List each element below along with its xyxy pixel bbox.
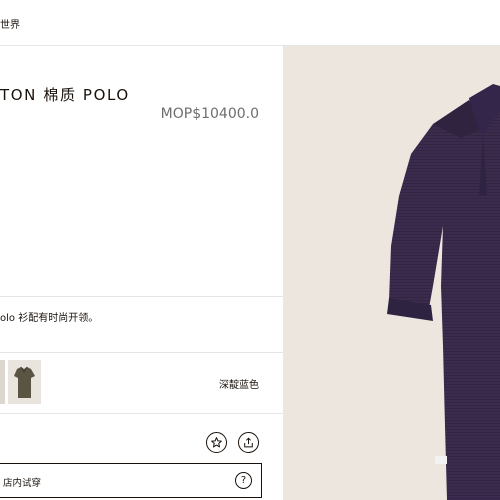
selected-color-name: 深靛蓝色 (219, 380, 259, 391)
wishlist-button[interactable] (206, 432, 227, 453)
star-icon (211, 437, 222, 448)
color-swatch-olive[interactable] (8, 360, 41, 404)
try-on-label: 店内试穿 (3, 478, 42, 489)
breadcrumb[interactable]: 世界 (0, 16, 20, 31)
help-icon[interactable]: ? (235, 472, 252, 489)
share-button[interactable] (238, 432, 259, 453)
divider (0, 413, 283, 414)
share-icon (244, 437, 253, 448)
divider (0, 296, 283, 297)
in-store-try-on-button[interactable]: 店内试穿 ? (0, 463, 262, 498)
product-title: TON 棉质 POLO (0, 86, 130, 104)
product-price: MOP$10400.0 (160, 106, 259, 122)
divider (0, 352, 283, 353)
product-description: olo 衫配有时尚开领。 (0, 313, 99, 324)
product-image (283, 46, 500, 500)
color-swatch-purple[interactable] (0, 360, 5, 404)
top-bar: 世界 (0, 0, 500, 46)
